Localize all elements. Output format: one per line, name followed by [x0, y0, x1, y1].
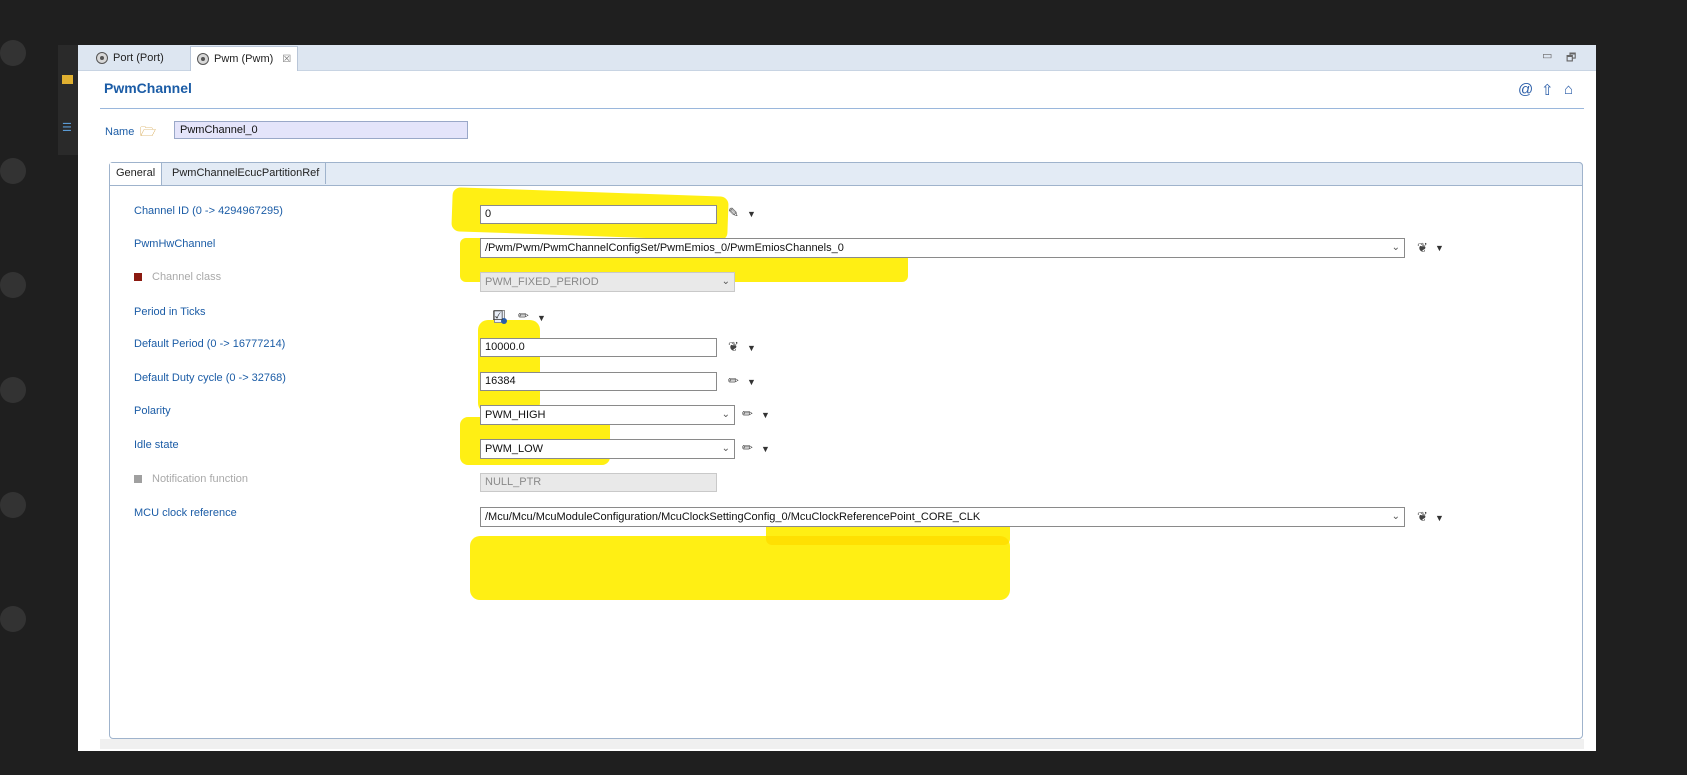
tab-pwm[interactable]: Pwm (Pwm) ☒	[190, 46, 299, 71]
default-duty-input[interactable]: 16384	[480, 372, 717, 391]
maximize-icon[interactable]: 🗗	[1566, 49, 1576, 68]
period-in-ticks-label: Period in Ticks	[134, 306, 206, 318]
pencil-icon[interactable]: ✏	[742, 440, 753, 456]
background-icon	[0, 158, 26, 184]
module-icon	[96, 52, 108, 64]
minimize-icon[interactable]: ▭	[1542, 49, 1552, 62]
chevron-down-icon: ⌄	[721, 409, 730, 420]
period-in-ticks-checkbox[interactable]: ☑	[492, 308, 504, 324]
left-toolbar: ☰	[58, 45, 78, 155]
editor-window: Port (Port) Pwm (Pwm) ☒ ▭ 🗗 PwmChannel @…	[78, 45, 1596, 751]
background-icon	[0, 606, 26, 632]
default-period-label: Default Period (0 -> 16777214)	[134, 338, 286, 350]
chevron-down-icon[interactable]: ▼	[747, 209, 756, 219]
at-reference-icon[interactable]: @	[1518, 81, 1533, 98]
chevron-down-icon[interactable]: ▼	[1435, 243, 1444, 253]
chevron-down-icon[interactable]: ▼	[1435, 513, 1444, 523]
outline-toolbar-icon[interactable]: ☰	[62, 121, 72, 134]
channel-class-value: PWM_FIXED_PERIOD	[485, 276, 599, 288]
status-marker	[134, 475, 142, 484]
idle-state-select[interactable]: PWM_LOW ⌄	[480, 439, 735, 459]
hw-channel-select[interactable]: /Pwm/Pwm/PwmChannelConfigSet/PwmEmios_0/…	[480, 238, 1405, 258]
name-label: Name	[105, 126, 135, 138]
status-marker	[134, 273, 142, 282]
tab-port[interactable]: Port (Port)	[90, 47, 170, 69]
channel-class-label: Channel class	[134, 271, 221, 283]
chevron-down-icon[interactable]: ▼	[537, 313, 546, 323]
tab-ecuc-partition-ref[interactable]: PwmChannelEcucPartitionRef	[166, 163, 327, 184]
highlight-mark	[478, 320, 540, 413]
chevron-down-icon[interactable]: ▼	[747, 343, 756, 353]
default-period-input[interactable]: 10000.0	[480, 338, 717, 357]
folder-toolbar-icon[interactable]	[62, 75, 73, 84]
chevron-down-icon: ⌄	[1391, 242, 1400, 253]
form-tab-bar: General PwmChannelEcucPartitionRef	[109, 162, 1583, 186]
mcu-clock-ref-value: /Mcu/Mcu/McuModuleConfiguration/McuClock…	[485, 511, 981, 523]
pencil-icon[interactable]: ✏	[518, 308, 529, 324]
channel-class-select: PWM_FIXED_PERIOD ⌄	[480, 272, 735, 292]
background-icon	[0, 492, 26, 518]
channel-id-label: Channel ID (0 -> 4294967295)	[134, 205, 283, 217]
mcu-clock-ref-select[interactable]: /Mcu/Mcu/McuModuleConfiguration/McuClock…	[480, 507, 1405, 527]
home-icon[interactable]: ⌂	[1564, 81, 1573, 98]
hw-channel-value: /Pwm/Pwm/PwmChannelConfigSet/PwmEmios_0/…	[485, 242, 844, 254]
wand-icon[interactable]: ❦	[1417, 509, 1428, 525]
mcu-clock-ref-label: MCU clock reference	[134, 507, 237, 519]
chevron-down-icon: ⌄	[721, 276, 730, 287]
background-icon	[0, 272, 26, 298]
wand-icon[interactable]: ❦	[728, 339, 739, 355]
header-divider	[100, 108, 1584, 109]
polarity-label: Polarity	[134, 405, 171, 417]
idle-state-label: Idle state	[134, 439, 179, 451]
notification-text: Notification function	[152, 473, 248, 485]
wand-icon[interactable]: ❦	[1417, 240, 1428, 256]
chevron-down-icon[interactable]: ▼	[747, 377, 756, 387]
polarity-value: PWM_HIGH	[485, 409, 546, 421]
page-title: PwmChannel	[104, 80, 192, 96]
tab-pwm-label: Pwm (Pwm)	[214, 53, 274, 65]
tab-port-label: Port (Port)	[113, 52, 164, 64]
polarity-select[interactable]: PWM_HIGH ⌄	[480, 405, 735, 425]
name-input[interactable]: PwmChannel_0	[174, 121, 468, 139]
background-icon	[0, 40, 26, 66]
calc-icon[interactable]: ✎	[728, 205, 739, 221]
highlight-mark	[470, 536, 1010, 600]
pencil-icon[interactable]: ✏	[742, 406, 753, 422]
chevron-down-icon: ⌄	[721, 443, 730, 454]
chevron-down-icon[interactable]: ▼	[761, 444, 770, 454]
notification-label: Notification function	[134, 473, 248, 485]
notification-input: NULL_PTR	[480, 473, 717, 492]
chevron-down-icon[interactable]: ▼	[761, 410, 770, 420]
editor-tab-bar: Port (Port) Pwm (Pwm) ☒ ▭ 🗗	[78, 45, 1596, 71]
folder-open-icon: 🗁	[140, 124, 157, 139]
up-arrow-icon[interactable]: ⇧	[1541, 81, 1554, 99]
idle-state-value: PWM_LOW	[485, 443, 544, 455]
hw-channel-label: PwmHwChannel	[134, 238, 216, 250]
module-icon	[197, 53, 209, 65]
close-icon[interactable]: ☒	[282, 54, 291, 65]
channel-id-input[interactable]: 0	[480, 205, 717, 224]
tab-general[interactable]: General	[110, 163, 163, 185]
channel-class-text: Channel class	[152, 271, 222, 283]
background-icon	[0, 377, 26, 403]
chevron-down-icon: ⌄	[1391, 511, 1400, 522]
horizontal-scrollbar[interactable]	[100, 739, 1584, 749]
default-duty-label: Default Duty cycle (0 -> 32768)	[134, 372, 286, 384]
pencil-icon[interactable]: ✏	[728, 373, 739, 389]
